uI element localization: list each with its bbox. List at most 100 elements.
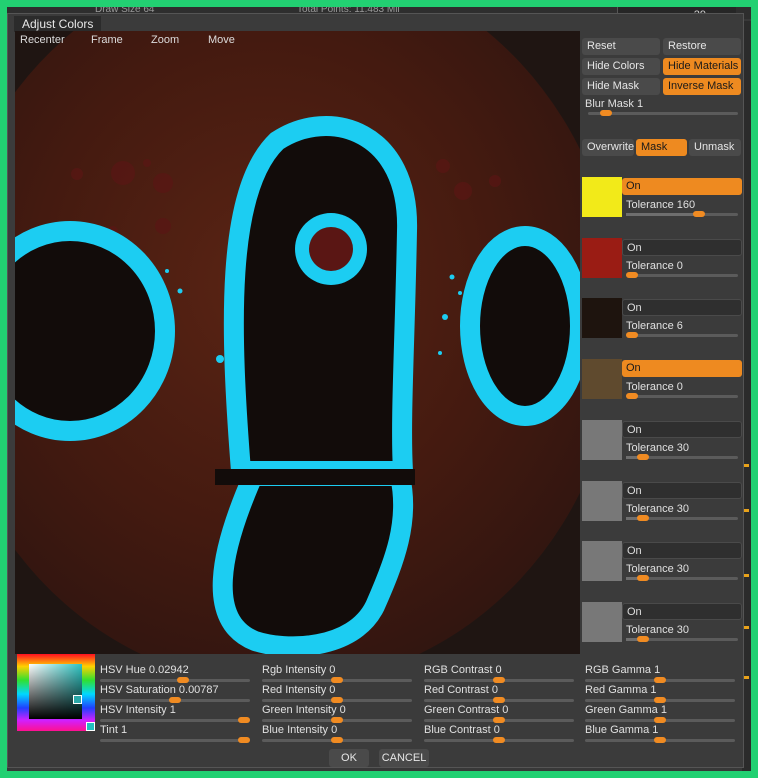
adjust-colors-dialog: Adjust Colors Recenter Frame Zoom Move R… <box>7 13 744 768</box>
adjust-slider[interactable] <box>585 677 735 683</box>
adjust-slider[interactable] <box>585 737 735 743</box>
restore-button[interactable]: Restore <box>663 38 741 55</box>
color-swatch[interactable] <box>582 541 622 582</box>
color-swatch[interactable] <box>582 419 622 460</box>
adjust-label: Rgb Intensity 0 <box>262 664 336 676</box>
saturation-value-square[interactable] <box>29 664 82 719</box>
slider-knob[interactable] <box>331 717 343 723</box>
color-on-toggle[interactable]: On <box>622 602 742 620</box>
slider-knob[interactable] <box>169 697 181 703</box>
reset-button[interactable]: Reset <box>582 38 660 55</box>
slider-knob[interactable] <box>331 677 343 683</box>
slider-knob[interactable] <box>176 677 189 683</box>
slider-knob[interactable] <box>493 697 505 703</box>
tolerance-slider[interactable] <box>626 514 738 521</box>
adjust-slider[interactable] <box>585 717 735 723</box>
tolerance-label: Tolerance 30 <box>626 623 690 636</box>
adjust-label: RGB Contrast 0 <box>424 664 502 676</box>
slider-knob[interactable] <box>637 453 650 460</box>
color-swatch[interactable] <box>582 298 622 339</box>
tolerance-slider[interactable] <box>626 271 738 278</box>
slider-knob[interactable] <box>493 737 505 743</box>
slider-knob[interactable] <box>331 737 343 743</box>
adjust-slider[interactable] <box>100 697 250 703</box>
slider-knob[interactable] <box>654 697 666 703</box>
color-swatch[interactable] <box>582 237 622 278</box>
tolerance-slider[interactable] <box>626 635 738 642</box>
adjust-slider[interactable] <box>585 697 735 703</box>
slider-knob[interactable] <box>626 393 638 400</box>
adjust-label: RGB Gamma 1 <box>585 664 661 676</box>
slider-knob[interactable] <box>654 677 666 683</box>
tolerance-label: Tolerance 30 <box>626 441 690 454</box>
color-on-toggle[interactable]: On <box>622 420 742 438</box>
adjust-label: Red Gamma 1 <box>585 684 657 696</box>
slider-knob[interactable] <box>493 677 505 683</box>
color-picker[interactable] <box>17 654 95 731</box>
color-on-toggle[interactable]: On <box>622 360 742 378</box>
color-on-toggle[interactable]: On <box>622 542 742 560</box>
tolerance-slider[interactable] <box>626 453 738 460</box>
tolerance-slider[interactable] <box>626 332 738 339</box>
picker-cursor[interactable] <box>73 695 82 704</box>
frame-button[interactable]: Frame <box>91 34 123 46</box>
cancel-button[interactable]: CANCEL <box>379 749 429 767</box>
adjust-label: Blue Intensity 0 <box>262 724 338 736</box>
tolerance-slider[interactable] <box>626 211 738 217</box>
tolerance-label: Tolerance 30 <box>626 502 690 515</box>
color-on-toggle[interactable]: On <box>622 299 742 317</box>
recenter-button[interactable]: Recenter <box>20 34 65 46</box>
adjust-label: Green Contrast 0 <box>424 704 509 716</box>
adjust-label: Blue Contrast 0 <box>424 724 500 736</box>
adjust-label: HSV Intensity 1 <box>100 704 176 716</box>
slider-knob[interactable] <box>626 332 638 339</box>
ok-button[interactable]: OK <box>329 749 369 767</box>
adjust-slider[interactable] <box>100 717 250 723</box>
move-button[interactable]: Move <box>208 34 235 46</box>
slider-knob[interactable] <box>238 737 250 743</box>
slider-knob[interactable] <box>637 514 650 521</box>
preview-canvas[interactable]: Recenter Frame Zoom Move <box>15 31 580 654</box>
overwrite-button[interactable]: Overwrite <box>582 139 634 156</box>
slider-knob[interactable] <box>637 635 650 642</box>
hide-materials-button[interactable]: Hide Materials <box>663 58 741 75</box>
tolerance-slider[interactable] <box>626 575 738 582</box>
tolerance-slider[interactable] <box>626 393 738 400</box>
slider-knob[interactable] <box>331 697 343 703</box>
slider-knob[interactable] <box>693 211 706 217</box>
color-swatch[interactable] <box>582 359 622 400</box>
unmask-button[interactable]: Unmask <box>689 139 741 156</box>
adjust-slider[interactable] <box>262 737 412 743</box>
adjust-slider[interactable] <box>424 677 574 683</box>
color-swatch[interactable] <box>582 601 622 642</box>
slider-knob[interactable] <box>654 717 666 723</box>
blur-mask-slider[interactable] <box>588 110 738 116</box>
slider-knob[interactable] <box>600 110 612 116</box>
inverse-mask-button[interactable]: Inverse Mask <box>663 78 741 95</box>
hide-colors-button[interactable]: Hide Colors <box>582 58 660 75</box>
color-swatch[interactable] <box>582 480 622 521</box>
adjust-slider[interactable] <box>262 717 412 723</box>
color-on-toggle[interactable]: On <box>622 238 742 256</box>
adjust-slider[interactable] <box>424 717 574 723</box>
mask-button[interactable]: Mask <box>636 139 687 156</box>
blur-mask-label: Blur Mask 1 <box>585 98 644 110</box>
adjust-slider[interactable] <box>100 737 250 743</box>
tolerance-label: Tolerance 30 <box>626 563 690 576</box>
zoom-button[interactable]: Zoom <box>151 34 179 46</box>
slider-knob[interactable] <box>238 717 250 723</box>
adjust-slider[interactable] <box>262 677 412 683</box>
color-on-toggle[interactable]: On <box>622 178 742 195</box>
slider-knob[interactable] <box>654 737 666 743</box>
color-on-toggle[interactable]: On <box>622 481 742 499</box>
adjust-label: Red Intensity 0 <box>262 684 336 696</box>
slider-knob[interactable] <box>493 717 505 723</box>
slider-knob[interactable] <box>637 575 650 582</box>
adjust-slider[interactable] <box>424 697 574 703</box>
slider-knob[interactable] <box>626 271 638 278</box>
adjust-slider[interactable] <box>262 697 412 703</box>
hide-mask-button[interactable]: Hide Mask <box>582 78 660 95</box>
adjust-slider[interactable] <box>424 737 574 743</box>
color-swatch[interactable] <box>582 177 622 217</box>
adjust-slider[interactable] <box>100 677 250 683</box>
